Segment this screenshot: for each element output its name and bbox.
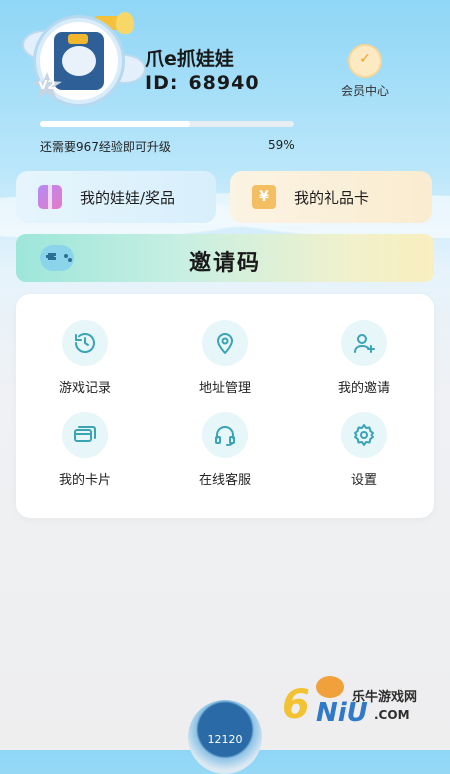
avatar[interactable]: V2 (22, 10, 146, 110)
menu-label-address: 地址管理 (198, 381, 251, 396)
menu-label-settings: 设置 (350, 473, 377, 488)
exp-percent: 59% (268, 138, 295, 152)
member-center-button[interactable]: 会员中心 (330, 44, 400, 99)
exp-progress-fill (40, 121, 190, 127)
gift-box-icon (38, 185, 62, 209)
exp-hint: 还需要967经验即可升级 (40, 140, 171, 154)
cow-mascot-icon (316, 676, 344, 698)
user-id-value: 68940 (188, 72, 260, 94)
cards-icon (62, 412, 108, 458)
crown-icon (348, 44, 382, 78)
add-user-icon (341, 320, 387, 366)
exp-progress-bar (40, 121, 294, 127)
menu-label-my-invites: 我的邀请 (337, 381, 390, 396)
user-id: ID: 68940 (145, 72, 260, 94)
watermark-logo: 6 NiU 乐牛游戏网 .COM (282, 676, 442, 732)
menu-grid: 游戏记录 地址管理 我的邀请 我的卡片 在线客服 设置 (16, 294, 434, 518)
menu-item-address[interactable]: 地址管理 (165, 320, 285, 396)
gear-icon (341, 412, 387, 458)
location-pin-icon (202, 320, 248, 366)
menu-item-game-history[interactable]: 游戏记录 (25, 320, 145, 396)
invite-code-banner[interactable]: 邀请码 (16, 234, 434, 282)
menu-item-my-invites[interactable]: 我的邀请 (304, 320, 424, 396)
watermark-brand-cn: 乐牛游戏网 (352, 690, 418, 705)
menu-label-game-history: 游戏记录 (58, 381, 111, 396)
bottom-center-number: 12120 (207, 733, 243, 746)
user-id-label: ID: (145, 72, 179, 94)
member-center-label: 会员中心 (340, 84, 389, 98)
my-dolls-prizes-label: 我的娃娃/奖品 (80, 188, 176, 207)
my-gift-cards-label: 我的礼品卡 (294, 188, 370, 207)
my-gift-cards-card[interactable]: ¥ 我的礼品卡 (230, 171, 432, 223)
watermark-digit: 6 (282, 682, 310, 728)
menu-label-my-cards: 我的卡片 (58, 473, 111, 488)
gift-card-icon: ¥ (252, 185, 276, 209)
invite-code-label: 邀请码 (188, 251, 261, 276)
menu-item-settings[interactable]: 设置 (304, 412, 424, 488)
watermark-domain: .COM (374, 708, 410, 722)
menu-label-customer-service: 在线客服 (198, 473, 251, 488)
my-dolls-prizes-card[interactable]: 我的娃娃/奖品 (16, 171, 216, 223)
history-icon (62, 320, 108, 366)
headset-icon (202, 412, 248, 458)
menu-item-customer-service[interactable]: 在线客服 (165, 412, 285, 488)
avatar-image (54, 32, 104, 90)
menu-item-my-cards[interactable]: 我的卡片 (25, 412, 145, 488)
nickname: 爪e抓娃娃 (145, 48, 234, 70)
